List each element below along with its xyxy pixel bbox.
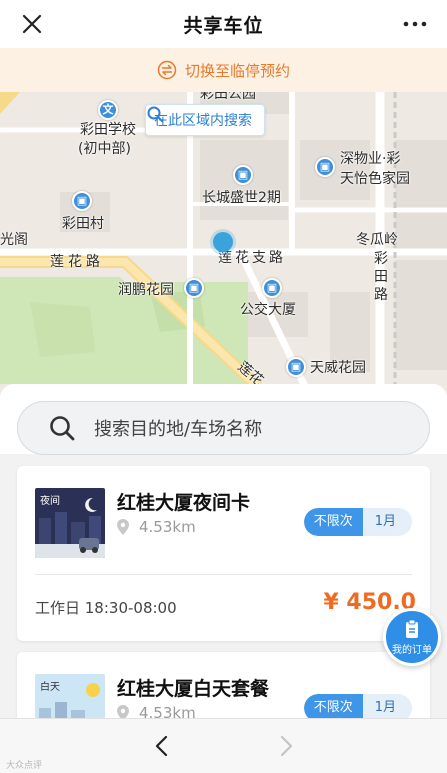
map-label: 莲花支路 [218, 250, 286, 266]
parking-package-card[interactable]: 夜间 红桂大厦夜间卡 4.53km 不限次 1月 工作日 18:30-08:00… [17, 466, 430, 641]
building-icon: ▣ [286, 357, 306, 377]
map-view[interactable]: 在此区域内搜索 彩田公园 文 彩田学校 (初中部) ▣ 长城盛世2期 ▣ 深物业… [0, 92, 447, 397]
search-this-area-button[interactable]: 在此区域内搜索 [145, 104, 265, 136]
switch-icon [157, 60, 177, 80]
search-placeholder: 搜索目的地/车场名称 [94, 419, 263, 440]
package-title: 红桂大厦白天套餐 [117, 678, 270, 700]
building-icon: ▣ [315, 157, 335, 177]
switch-to-temporary-booking-button[interactable]: 切换至临停预约 [0, 48, 447, 92]
unlimited-tag: 不限次 [303, 508, 363, 536]
building-icon: ▣ [233, 165, 253, 185]
package-title: 红桂大厦夜间卡 [117, 492, 251, 514]
building-icon: ▣ [262, 278, 282, 298]
map-label: 光阁 [0, 232, 28, 248]
my-orders-button[interactable]: 我的订单 [383, 608, 441, 666]
header-bar: 共享车位 [0, 0, 447, 48]
distance-value: 4.53km [139, 518, 196, 536]
thumb-label: 白天 [40, 682, 60, 693]
map-label: 天威花园 [310, 360, 366, 376]
map-label: 天怡色家园 [340, 171, 410, 187]
duration-tag: 1月 [362, 508, 412, 536]
more-dots-icon[interactable] [401, 10, 429, 38]
screen: 共享车位 切换至临停预约 在此区域内搜索 彩田公园 文 彩田学校 (初中部) ▣… [0, 0, 447, 773]
building-icon: ▣ [72, 191, 92, 211]
divider [35, 574, 412, 575]
map-label: 深物业·彩 [340, 151, 401, 167]
service-hours: 工作日 18:30-08:00 [35, 599, 177, 617]
map-label: 润鹏花园 [118, 282, 174, 298]
map-label: 公交大厦 [240, 302, 296, 318]
search-panel: 搜索目的地/车场名称 [0, 384, 447, 455]
distance: 4.53km [117, 518, 196, 536]
clipboard-icon [406, 619, 418, 638]
building-icon: ▣ [184, 278, 204, 298]
close-icon[interactable] [18, 10, 46, 38]
map-label: 冬瓜岭 [356, 232, 398, 248]
map-label: 彩田村 [62, 216, 104, 232]
chevron-right-icon[interactable] [272, 733, 298, 759]
search-this-area-label: 在此区域内搜索 [154, 113, 252, 129]
browser-nav-bar: 大众点评 [0, 718, 447, 773]
current-location-dot [213, 232, 233, 252]
bottom-sheet: 搜索目的地/车场名称 夜间 红桂大厦夜间卡 4.53km 不限次 1月 工作日 … [0, 384, 447, 732]
map-label: 彩田公园 [200, 92, 256, 102]
thumb-label: 夜间 [40, 496, 60, 507]
watermark: 大众点评 [6, 761, 43, 771]
map-label: 彩田路 [374, 251, 388, 303]
banner-label: 切换至临停预约 [184, 61, 290, 80]
school-icon: 文 [98, 100, 118, 120]
usage-tag: 不限次 1月 [303, 508, 412, 536]
map-label: 长城盛世2期 [202, 190, 281, 206]
my-orders-label: 我的订单 [392, 644, 432, 656]
destination-search-input[interactable]: 搜索目的地/车场名称 [17, 401, 430, 455]
map-label: 莲花路 [50, 254, 104, 270]
night-thumbnail: 夜间 [35, 488, 105, 558]
location-pin-icon [117, 519, 129, 535]
search-icon [147, 106, 163, 122]
map-label: (初中部) [78, 141, 131, 157]
map-label: 彩田学校 [80, 122, 136, 138]
page-title: 共享车位 [183, 14, 264, 37]
search-icon [50, 416, 75, 441]
chevron-left-icon[interactable] [150, 733, 176, 759]
